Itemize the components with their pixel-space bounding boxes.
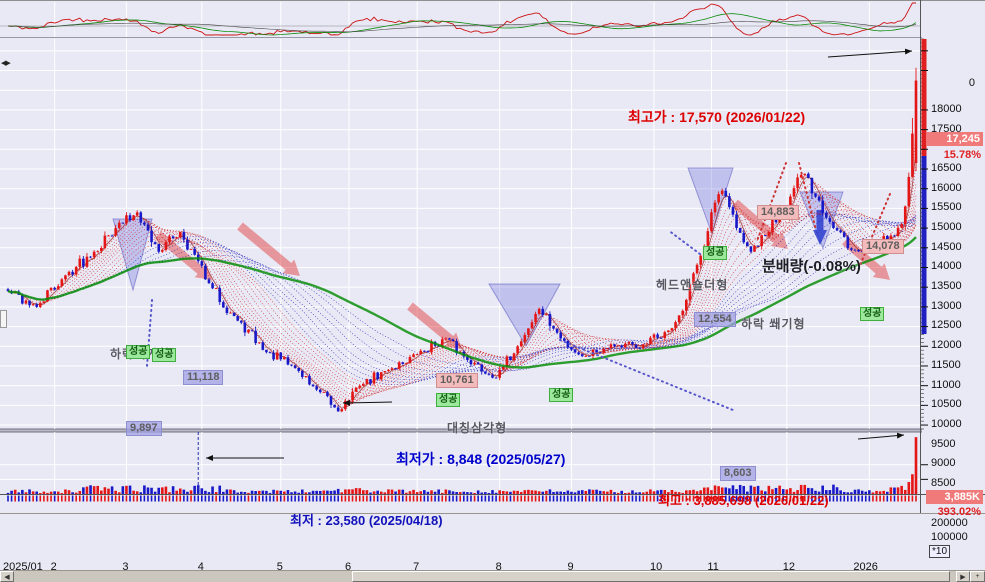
price-axis-tick: 13500 (931, 280, 983, 292)
current-volume-percent: 393.02% (926, 506, 981, 518)
price-axis-tick: 14500 (931, 241, 983, 253)
pattern-label: 하락 쐐기형 (741, 315, 806, 332)
pattern-label: 헤드앤숄더형 (656, 276, 728, 293)
chart-plot (0, 0, 985, 582)
price-axis-tick: 9000 (931, 457, 983, 469)
price-axis-tick: 12500 (931, 319, 983, 331)
pattern-label: 대칭삼각형 (447, 419, 507, 436)
current-change-percent: 15.78% (926, 149, 981, 161)
price-axis-tick: 10000 (931, 418, 983, 430)
price-axis-tick: 15000 (931, 221, 983, 233)
lowest-price-annotation: 최저가 : 8,848 (2025/05/27) (396, 449, 565, 469)
price-axis-tick: 14000 (931, 260, 983, 272)
current-price-tag: 17,245 (926, 132, 983, 146)
volume-low-annotation: 최저 : 23,580 (2025/04/18) (290, 510, 443, 529)
zoom-plus-button[interactable]: + (970, 571, 985, 582)
highest-price-annotation: 최고가 : 17,570 (2026/01/22) (628, 107, 805, 127)
volume-axis-tick: 200000 (931, 517, 983, 529)
success-badge: 성공 (152, 348, 176, 362)
price-axis-tick: 11500 (931, 359, 983, 371)
volume-axis-tick: 100000 (931, 531, 983, 543)
price-flag: 14,883 (757, 205, 799, 220)
volume-high-annotation: 최고 : 3,885,698 (2026/01/22) (658, 490, 829, 509)
axis-handle[interactable] (0, 310, 7, 328)
price-flag: 12,554 (694, 312, 736, 327)
price-flag: 14,078 (862, 239, 904, 254)
scroll-right-button[interactable]: ▶ (956, 571, 970, 582)
success-badge: 성공 (549, 388, 573, 402)
price-flag: 8,603 (720, 466, 756, 481)
price-axis-tick: 12000 (931, 339, 983, 351)
horizontal-scrollbar[interactable]: ◀ ▶ + (0, 570, 985, 582)
price-flag: 9,897 (126, 421, 162, 436)
price-flag: 10,761 (436, 373, 478, 388)
scrollbar-thumb[interactable] (352, 571, 950, 582)
price-axis-tick: 10500 (931, 398, 983, 410)
success-badge: 성공 (703, 246, 727, 260)
price-axis-tick: 15500 (931, 201, 983, 213)
volume-multiplier: *10 (929, 545, 950, 558)
price-axis-tick: 9500 (931, 438, 983, 450)
price-axis-tick: 8500 (931, 477, 983, 489)
success-badge: 성공 (436, 393, 460, 407)
success-badge: 성공 (860, 307, 884, 321)
scroll-left-button[interactable]: ◀ (0, 571, 14, 582)
price-axis-tick: 13000 (931, 300, 983, 312)
current-volume-tag: 3,885K (926, 490, 983, 504)
pane-collapse-icon[interactable]: ◀▶ (1, 59, 10, 67)
pattern-label: 분배량(-0.08%) (762, 255, 861, 276)
price-axis-tick: 16000 (931, 182, 983, 194)
price-axis-tick: 18000 (931, 103, 983, 115)
chart-area[interactable]: ◀▶ 1800017500165001600015500150001450014… (0, 58, 985, 570)
success-badge: 성공 (126, 345, 150, 359)
app-window: 【7400】 통합차트(주식종합) - SOL 전고체배터리&실리콘음극재(00… (0, 0, 985, 582)
price-axis-tick: 16500 (931, 162, 983, 174)
oscillator-zero-label: 0 (931, 77, 975, 89)
price-axis-tick: 11000 (931, 379, 983, 391)
price-flag: 11,118 (183, 370, 223, 385)
